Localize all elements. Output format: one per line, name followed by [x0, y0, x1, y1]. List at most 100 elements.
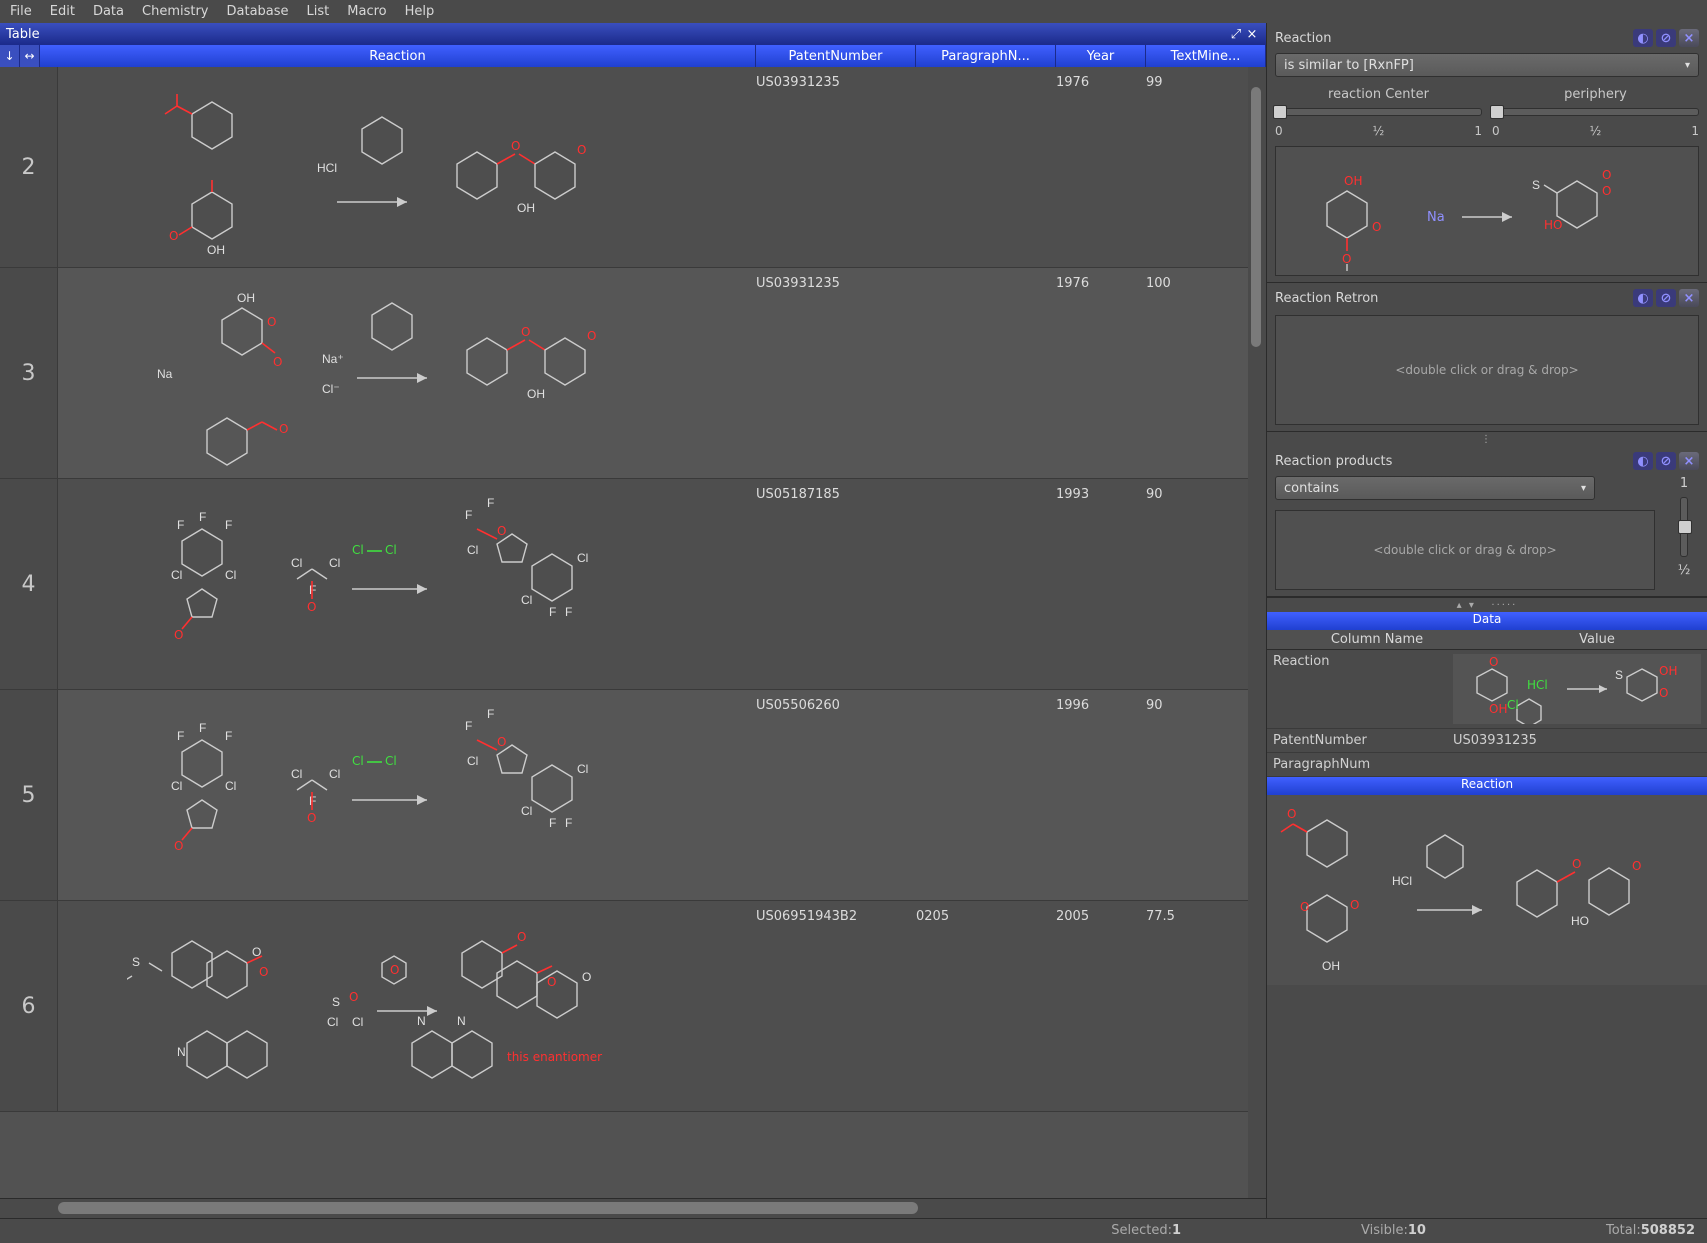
table-row[interactable]: 3 Na OHO O Na⁺ Cl⁻	[0, 268, 1266, 479]
data-value: OOH HCl Cl SOH O	[1447, 650, 1707, 728]
panel-title: Reaction Retron	[1275, 291, 1630, 306]
svg-text:Cl: Cl	[327, 1015, 338, 1029]
products-slider[interactable]	[1680, 497, 1688, 557]
svg-text:O: O	[169, 229, 178, 243]
svg-text:Cl: Cl	[171, 568, 182, 582]
reaction-cell[interactable]: FFF ClCl O ClCl F O ClCl	[58, 690, 756, 900]
menu-file[interactable]: File	[10, 4, 32, 19]
svg-text:O: O	[349, 990, 358, 1004]
svg-text:O: O	[174, 839, 183, 853]
table-row[interactable]: 4 FFF ClCl O ClCl F	[0, 479, 1266, 690]
menu-help[interactable]: Help	[405, 4, 435, 19]
retron-query-canvas[interactable]: <double click or drag & drop>	[1275, 315, 1699, 425]
svg-text:Cl: Cl	[352, 754, 364, 768]
close-icon[interactable]: ×	[1679, 29, 1699, 47]
table-row[interactable]: 5 FFF ClCl O ClCl F	[0, 690, 1266, 901]
svg-text:Cl: Cl	[467, 543, 478, 557]
svg-text:O: O	[259, 965, 268, 979]
svg-text:OH: OH	[207, 243, 225, 257]
svg-text:Cl: Cl	[577, 551, 588, 565]
svg-text:Cl: Cl	[521, 804, 532, 818]
close-icon[interactable]: ×	[1679, 289, 1699, 307]
svg-text:O: O	[174, 628, 183, 642]
table-row[interactable]: 2 OH O	[0, 67, 1266, 268]
svg-text:Na: Na	[157, 367, 173, 381]
menu-edit[interactable]: Edit	[50, 4, 75, 19]
chevron-down-icon: ▾	[1581, 483, 1586, 494]
svg-text:O: O	[1572, 857, 1581, 871]
svg-text:F: F	[565, 816, 572, 830]
year-cell: 1996	[1056, 690, 1146, 900]
vslider-tick: 1	[1669, 476, 1699, 491]
svg-text:Cl⁻: Cl⁻	[322, 382, 340, 396]
col-patent[interactable]: PatentNumber	[756, 45, 916, 67]
disable-icon[interactable]: ⊘	[1656, 29, 1676, 47]
window-title: Table	[6, 27, 1228, 42]
data-row[interactable]: PatentNumber US03931235	[1267, 729, 1707, 753]
col-year[interactable]: Year	[1056, 45, 1146, 67]
disable-icon[interactable]: ⊘	[1656, 289, 1676, 307]
svg-text:O: O	[587, 329, 596, 343]
data-row[interactable]: ParagraphNum	[1267, 753, 1707, 777]
svg-text:Cl: Cl	[467, 754, 478, 768]
svg-text:O: O	[1350, 898, 1359, 912]
data-col-value[interactable]: Value	[1487, 630, 1707, 649]
horizontal-scrollbar[interactable]	[0, 1198, 1266, 1218]
year-cell: 1976	[1056, 268, 1146, 478]
reaction-cell[interactable]: OH O HCl O OH	[58, 67, 756, 267]
status-selected: 1	[1172, 1223, 1181, 1238]
menu-macro[interactable]: Macro	[347, 4, 386, 19]
table-row[interactable]: 6 O O S S N	[0, 901, 1266, 1112]
reaction-cell[interactable]: FFF ClCl O ClCl F O ClCl	[58, 479, 756, 689]
data-col-name[interactable]: Column Name	[1267, 630, 1487, 649]
svg-text:OH: OH	[1489, 702, 1507, 716]
year-cell: 1993	[1056, 479, 1146, 689]
disable-icon[interactable]: ⊘	[1656, 452, 1676, 470]
col-reaction[interactable]: Reaction	[40, 45, 756, 67]
yin-yang-icon[interactable]: ◐	[1633, 289, 1653, 307]
jump-down-button[interactable]: ↓	[0, 45, 20, 67]
drag-handle[interactable]: ⋮	[1267, 432, 1707, 446]
menu-database[interactable]: Database	[227, 4, 289, 19]
menu-chemistry[interactable]: Chemistry	[142, 4, 209, 19]
yin-yang-icon[interactable]: ◐	[1633, 29, 1653, 47]
svg-text:N: N	[417, 1014, 426, 1028]
statusbar: Selected:1 Visible:10 Total:508852	[0, 1218, 1707, 1242]
menu-data[interactable]: Data	[93, 4, 124, 19]
svg-text:O: O	[497, 735, 506, 749]
paragraph-cell	[916, 690, 1056, 900]
svg-text:F: F	[199, 721, 206, 735]
close-icon[interactable]: ×	[1244, 27, 1260, 42]
reaction-cell[interactable]: Na OHO O Na⁺ Cl⁻ O	[58, 268, 756, 478]
close-icon[interactable]: ×	[1679, 452, 1699, 470]
svg-text:F: F	[465, 719, 472, 733]
products-query-canvas[interactable]: <double click or drag & drop>	[1275, 510, 1655, 590]
svg-text:HCl: HCl	[1392, 874, 1412, 888]
data-value	[1447, 753, 1707, 776]
periphery-slider[interactable]	[1492, 108, 1699, 116]
data-key: ParagraphNum	[1267, 753, 1447, 776]
svg-text:F: F	[225, 518, 232, 532]
reaction-query-canvas[interactable]: OH O O S Cl Na S OO HO	[1275, 146, 1699, 276]
reaction-cell[interactable]: O O S S N SO ClCl O	[58, 901, 756, 1111]
col-textmine[interactable]: TextMine...	[1146, 45, 1266, 67]
similarity-dropdown[interactable]: is similar to [RxnFP]▾	[1275, 53, 1699, 77]
reaction-preview[interactable]: O OO OH HCl O HO O	[1267, 795, 1707, 985]
maximize-icon[interactable]: ⤢	[1228, 27, 1244, 42]
svg-text:O: O	[577, 143, 586, 157]
menubar: File Edit Data Chemistry Database List M…	[0, 0, 1707, 23]
svg-text:OH: OH	[237, 291, 255, 305]
expand-handle[interactable]: ▴ ▾ ·····	[1267, 598, 1707, 612]
products-dropdown[interactable]: contains▾	[1275, 476, 1595, 500]
paragraph-cell	[916, 67, 1056, 267]
svg-text:O: O	[1632, 859, 1641, 873]
menu-list[interactable]: List	[307, 4, 330, 19]
row-number: 6	[0, 901, 58, 1111]
yin-yang-icon[interactable]: ◐	[1633, 452, 1653, 470]
col-paragraph[interactable]: ParagraphN...	[916, 45, 1056, 67]
data-row[interactable]: Reaction OOH HCl Cl SOH O	[1267, 650, 1707, 729]
vertical-scrollbar[interactable]	[1248, 67, 1266, 1198]
filter-panel-products: Reaction products ◐ ⊘ × contains▾ <doubl…	[1267, 446, 1707, 597]
fit-width-button[interactable]: ↔	[20, 45, 40, 67]
center-slider[interactable]	[1275, 108, 1482, 116]
